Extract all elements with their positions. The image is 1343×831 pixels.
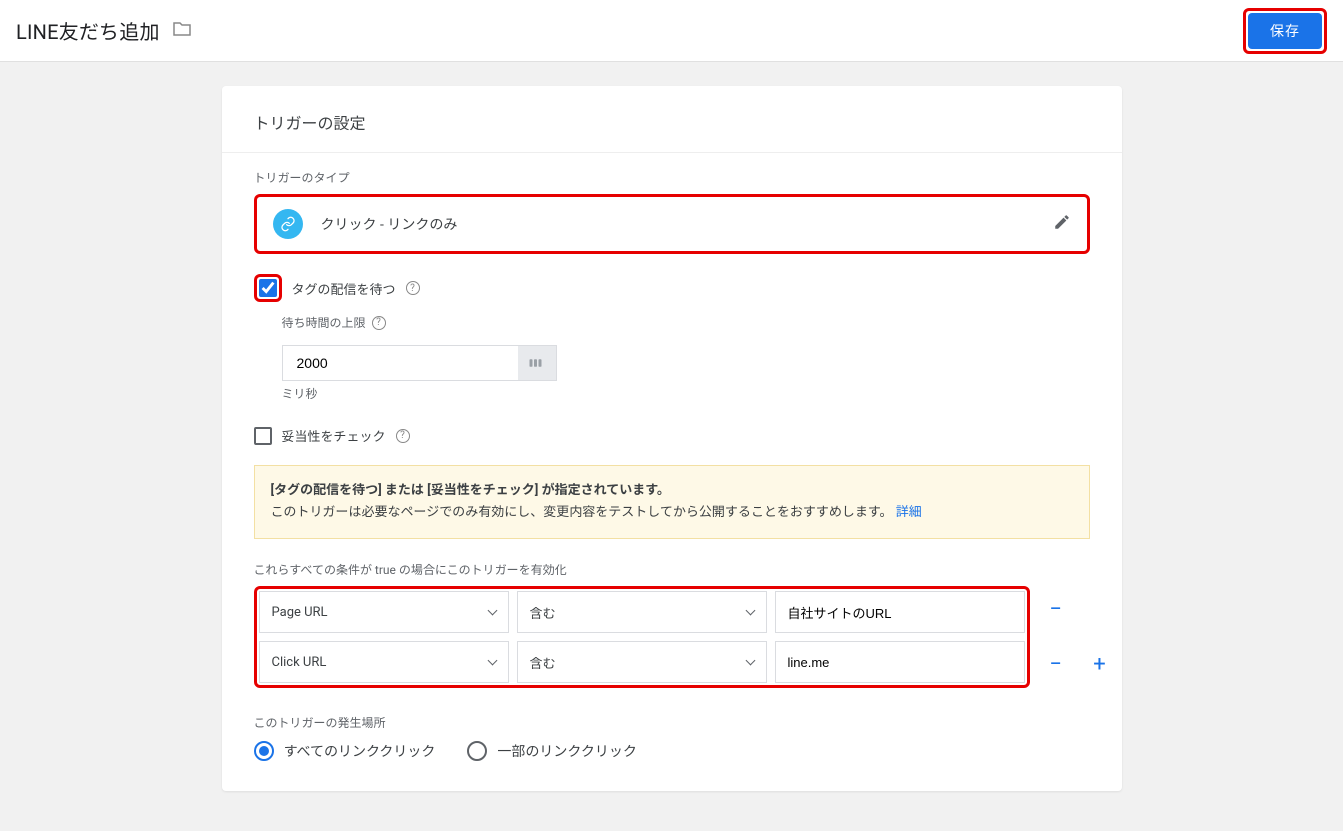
save-button[interactable]: 保存 — [1248, 13, 1322, 49]
timeout-input[interactable] — [283, 346, 518, 380]
chevron-down-icon — [745, 656, 755, 666]
help-icon[interactable]: ? — [406, 281, 420, 295]
info-link[interactable]: 詳細 — [896, 505, 922, 520]
condition-row: Page URL 含む — [259, 591, 1025, 633]
radio-option-all[interactable]: すべてのリンククリック — [254, 741, 436, 761]
wait-for-tags-label: タグの配信を待つ — [292, 279, 396, 298]
condition-operator: 含む — [530, 653, 556, 672]
condition-operator-dropdown[interactable]: 含む — [517, 641, 767, 683]
radio-all[interactable] — [254, 741, 274, 761]
check-validation-row: 妥当性をチェック ? — [254, 426, 1090, 445]
condition-operator-dropdown[interactable]: 含む — [517, 591, 767, 633]
save-button-highlight: 保存 — [1243, 8, 1327, 54]
variable-icon[interactable] — [518, 346, 556, 380]
radio-all-label: すべてのリンククリック — [284, 741, 436, 761]
timeout-input-row — [282, 345, 557, 381]
check-validation-checkbox[interactable] — [254, 427, 272, 445]
info-text: このトリガーは必要なページでのみ有効にし、変更内容をテストしてから公開することを… — [271, 505, 893, 520]
condition-operator: 含む — [530, 603, 556, 622]
timeout-label: 待ち時間の上限 — [282, 314, 366, 331]
check-validation-label: 妥当性をチェック — [282, 426, 386, 445]
info-box: [タグの配信を待つ] または [妥当性をチェック] が指定されています。 このト… — [254, 465, 1090, 539]
condition-variable-dropdown[interactable]: Click URL — [259, 641, 509, 683]
info-bold: [タグの配信を待つ] または [妥当性をチェック] が指定されています。 — [271, 483, 670, 498]
trigger-type-row: クリック - リンクのみ — [254, 194, 1090, 254]
folder-icon[interactable] — [172, 21, 192, 41]
timeout-unit: ミリ秒 — [282, 385, 1090, 402]
checkbox-highlight — [254, 274, 282, 302]
trigger-type-label: トリガーのタイプ — [254, 169, 1090, 186]
condition-variable: Page URL — [272, 605, 328, 620]
help-icon[interactable]: ? — [372, 316, 386, 330]
help-icon[interactable]: ? — [396, 429, 410, 443]
timeout-block: 待ち時間の上限 ? ミリ秒 — [282, 314, 1090, 402]
radio-some[interactable] — [467, 741, 487, 761]
trigger-type-value: クリック - リンクのみ — [321, 214, 458, 234]
top-bar-left: LINE友だち追加 — [16, 16, 192, 45]
add-condition-button[interactable]: + — [1088, 652, 1112, 677]
condition-value-input[interactable] — [775, 641, 1025, 683]
chevron-down-icon — [745, 606, 755, 616]
trigger-location-block: このトリガーの発生場所 すべてのリンククリック 一部のリンククリック — [254, 714, 1090, 761]
remove-condition-button[interactable]: − — [1044, 597, 1068, 622]
remove-condition-button[interactable]: − — [1044, 652, 1068, 677]
conditions-highlight: Page URL 含む Click URL 含む — [254, 586, 1030, 688]
condition-row: Click URL 含む — [259, 641, 1025, 683]
wait-for-tags-checkbox[interactable] — [259, 279, 277, 297]
wait-for-tags-row: タグの配信を待つ ? — [254, 274, 1090, 302]
chevron-down-icon — [487, 606, 497, 616]
link-icon — [273, 209, 303, 239]
radio-some-label: 一部のリンククリック — [497, 741, 636, 761]
page-title: LINE友だち追加 — [16, 16, 160, 45]
radio-option-some[interactable]: 一部のリンククリック — [467, 741, 636, 761]
condition-variable: Click URL — [272, 655, 327, 670]
conditions-label: これらすべての条件が true の場合にこのトリガーを有効化 — [254, 561, 1090, 578]
condition-value-input[interactable] — [775, 591, 1025, 633]
location-label: このトリガーの発生場所 — [254, 714, 1090, 731]
top-bar: LINE友だち追加 保存 — [0, 0, 1343, 62]
condition-variable-dropdown[interactable]: Page URL — [259, 591, 509, 633]
card-title: トリガーの設定 — [222, 86, 1122, 153]
config-card: トリガーの設定 トリガーのタイプ クリック - リンクのみ タグの配信を待つ ? — [222, 86, 1122, 791]
edit-icon[interactable] — [1053, 213, 1071, 235]
chevron-down-icon — [487, 656, 497, 666]
